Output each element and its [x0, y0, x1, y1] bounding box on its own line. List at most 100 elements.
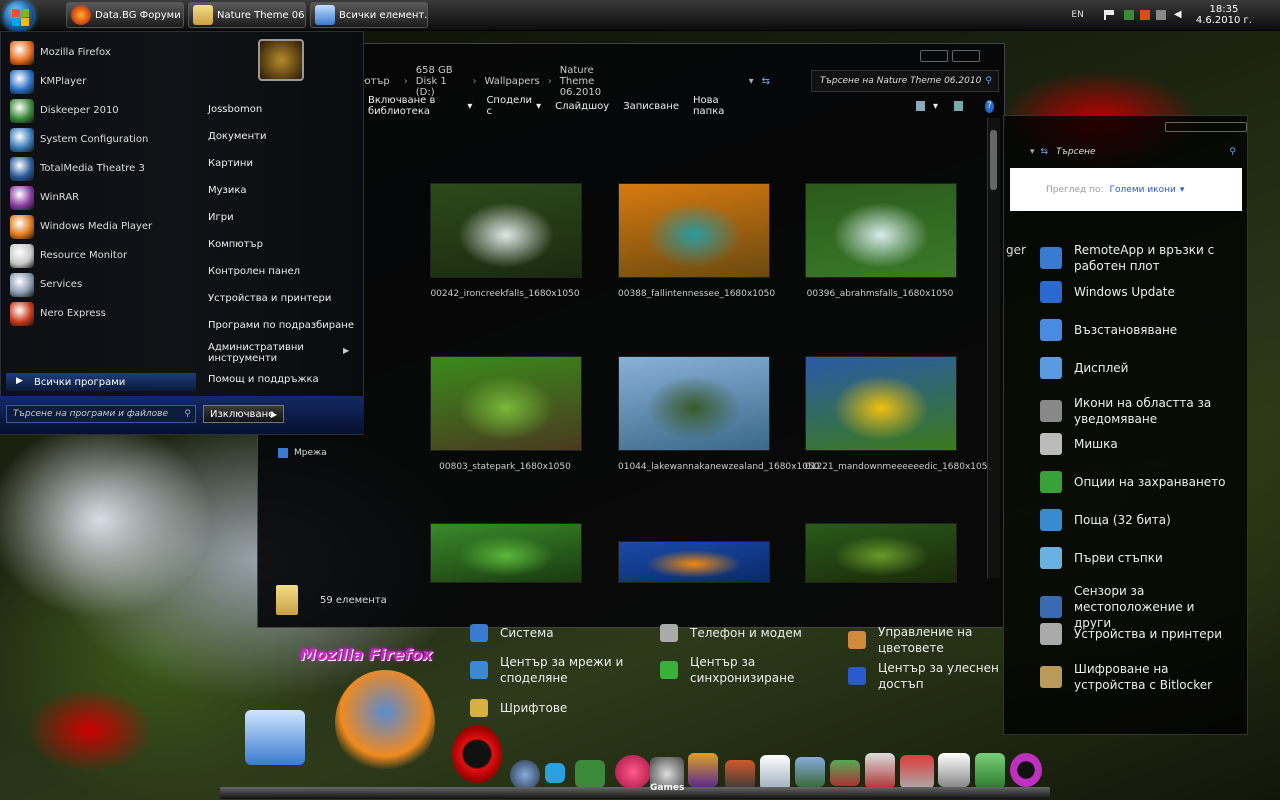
taskbar-button-control-panel[interactable]: Всички елемент...: [310, 2, 428, 28]
address-bar[interactable]: мпютър › 658 GB Disk 1 (D:) › Wallpapers…: [330, 65, 770, 98]
volume-icon[interactable]: ◀: [1174, 10, 1184, 20]
power-icon[interactable]: [1155, 10, 1166, 20]
network-icon[interactable]: [865, 753, 895, 789]
opera-icon[interactable]: [452, 725, 502, 783]
computer-icon[interactable]: [245, 710, 305, 765]
control-panel-item[interactable]: Телефон и модем: [660, 624, 840, 642]
breadcrumb-item[interactable]: Nature Theme 06.2010: [560, 65, 621, 98]
view-options-icon[interactable]: [916, 101, 925, 111]
include-in-library-button[interactable]: Включване в библиотека: [368, 95, 463, 117]
breadcrumb-item[interactable]: 658 GB Disk 1 (D:): [416, 65, 465, 98]
thumbnail-item[interactable]: 00242_ironcreekfalls_1680x1050: [430, 183, 582, 300]
thumbnail-item[interactable]: 01221_mandownmeeeeeedic_1680x1050: [805, 356, 993, 473]
program-item[interactable]: Windows Media Player: [2, 212, 198, 241]
control-panel-item[interactable]: Център за мрежи и споделяне: [470, 654, 650, 686]
program-item[interactable]: Resource Monitor: [2, 241, 198, 270]
slideshow-button[interactable]: Слайдшоу: [555, 101, 609, 112]
photo-icon[interactable]: [725, 760, 755, 790]
start-place-item[interactable]: Картини: [200, 150, 360, 177]
start-orb-button[interactable]: [4, 1, 34, 31]
thumbnail-item[interactable]: [805, 523, 957, 583]
dropdown-arrow-icon[interactable]: ▾: [749, 76, 754, 87]
control-panel-item[interactable]: Икони на областта за уведомяване: [1040, 395, 1230, 427]
monitor-icon[interactable]: [938, 753, 970, 787]
control-panel-item[interactable]: Мишка: [1040, 433, 1230, 455]
chevron-down-icon[interactable]: ▾: [1180, 185, 1185, 195]
start-place-item[interactable]: Jossbomon: [200, 96, 360, 123]
search-icon[interactable]: ⚲: [985, 76, 992, 86]
control-panel-item[interactable]: Център за синхронизиране: [660, 654, 840, 686]
browser-icon[interactable]: [510, 760, 540, 790]
taskbar-button-folder[interactable]: Nature Theme 06....: [188, 2, 306, 28]
share-with-button[interactable]: Сподели с: [486, 95, 532, 117]
maximize-button[interactable]: [952, 50, 980, 62]
vertical-scrollbar[interactable]: [987, 118, 1000, 578]
refresh-icon[interactable]: ⇆: [1041, 147, 1049, 157]
user-picture[interactable]: [258, 39, 304, 81]
program-item[interactable]: WinRAR: [2, 183, 198, 212]
refresh-icon[interactable]: ⇆: [762, 76, 770, 87]
breadcrumb-item[interactable]: Wallpapers: [485, 76, 540, 87]
control-panel-item[interactable]: Възстановяване: [1040, 319, 1230, 341]
control-panel-item[interactable]: Шифроване на устройства с Bitlocker: [1040, 661, 1230, 693]
flag-icon[interactable]: [1103, 10, 1116, 20]
burn-button[interactable]: Записване: [623, 101, 679, 112]
start-place-item[interactable]: Музика: [200, 177, 360, 204]
program-item[interactable]: System Configuration: [2, 125, 198, 154]
shield-icon[interactable]: [1139, 10, 1150, 20]
network-icon[interactable]: [1123, 10, 1134, 20]
explorer-search-input[interactable]: Търсене на Nature Theme 06.2010 ⚲: [811, 70, 999, 92]
control-panel-item[interactable]: Управление на цветовете: [848, 624, 1028, 656]
media-icon[interactable]: [688, 753, 718, 787]
control-panel-item[interactable]: Дисплей: [1040, 357, 1230, 379]
start-place-item[interactable]: Помощ и поддръжка: [200, 366, 360, 393]
start-place-item[interactable]: Компютър: [200, 231, 360, 258]
program-item[interactable]: Diskeeper 2010: [2, 96, 198, 125]
control-panel-search-input[interactable]: ▾ ⇆ Търсене ⚲: [1030, 142, 1240, 162]
start-search-input[interactable]: Търсене на програми и файлове ⚲: [6, 405, 196, 423]
all-programs-button[interactable]: ▶ Всички програми: [6, 373, 196, 391]
recycle-bin-icon[interactable]: [975, 753, 1005, 789]
sidebar-item-network[interactable]: Мрежа: [278, 448, 327, 458]
control-panel-item[interactable]: Първи стъпки: [1040, 547, 1230, 569]
control-panel-item[interactable]: Система: [470, 624, 650, 642]
chevron-right-icon[interactable]: ▶: [271, 410, 277, 419]
program-item[interactable]: TotalMedia Theatre 3: [2, 154, 198, 183]
start-place-item[interactable]: Устройства и принтери: [200, 285, 360, 312]
program-item[interactable]: Mozilla Firefox: [2, 38, 198, 67]
skype-icon[interactable]: [545, 763, 565, 783]
thumbnail-item[interactable]: 00803_statepark_1680x1050: [430, 356, 582, 473]
chevron-down-icon[interactable]: ▾: [933, 101, 938, 112]
view-by-dropdown[interactable]: Големи икони: [1110, 185, 1176, 195]
program-item[interactable]: KMPlayer: [2, 67, 198, 96]
thumbnail-item[interactable]: [430, 523, 582, 583]
control-panel-item[interactable]: Шрифтове: [470, 699, 650, 717]
control-panel-item[interactable]: Windows Update: [1040, 281, 1230, 303]
notes-icon[interactable]: [760, 755, 790, 791]
new-folder-button[interactable]: Нова папка: [693, 95, 736, 117]
search-icon[interactable]: ⚲: [184, 409, 191, 419]
start-place-item[interactable]: Документи: [200, 123, 360, 150]
app-icon[interactable]: [575, 760, 605, 788]
control-panel-item[interactable]: Устройства и принтери: [1040, 623, 1230, 645]
thumbnail-item[interactable]: 00396_abrahmsfalls_1680x1050: [805, 183, 957, 300]
taskbar-button-firefox[interactable]: Data.BG Форуми ...: [66, 2, 184, 28]
thumbnail-item[interactable]: [618, 541, 770, 583]
control-panel-item[interactable]: Поща (32 бита): [1040, 509, 1230, 531]
preview-pane-icon[interactable]: [954, 101, 963, 111]
shutdown-button[interactable]: Изключване ▶: [203, 405, 284, 423]
start-place-item[interactable]: Игри: [200, 204, 360, 231]
program-item[interactable]: Nero Express: [2, 299, 198, 328]
control-panel-item[interactable]: Опции на захранването: [1040, 471, 1230, 493]
start-place-item[interactable]: Административни инструменти: [200, 339, 360, 366]
c-app-icon[interactable]: [1010, 753, 1042, 787]
heart-icon[interactable]: [615, 755, 651, 789]
start-place-item[interactable]: Програми по подразбиране: [200, 312, 360, 339]
minimize-button[interactable]: [920, 50, 948, 62]
search-icon[interactable]: ⚲: [1229, 147, 1236, 157]
window-controls[interactable]: [1165, 122, 1247, 132]
pen-icon[interactable]: [830, 760, 860, 786]
help-icon[interactable]: ?: [984, 99, 995, 113]
thumbnail-item[interactable]: 00388_fallintennessee_1680x1050: [618, 183, 775, 300]
program-item[interactable]: Services: [2, 270, 198, 299]
